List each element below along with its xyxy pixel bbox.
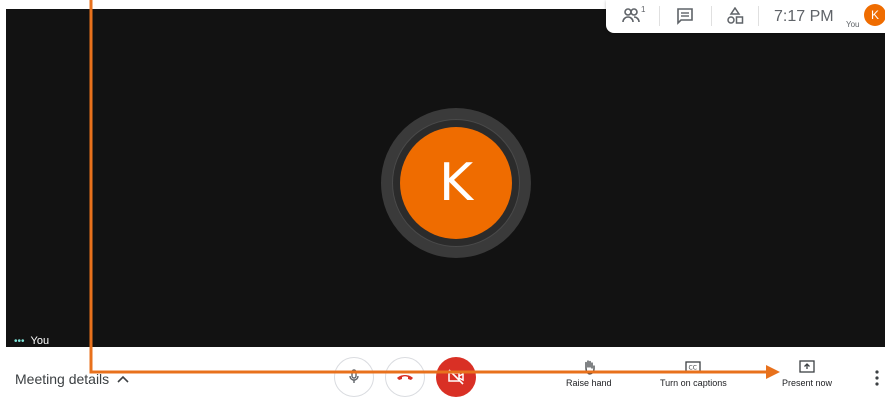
participant-avatar: K [400, 127, 512, 239]
self-name: You [30, 335, 50, 347]
meeting-details-button[interactable]: Meeting details [15, 371, 129, 387]
people-icon[interactable] [622, 7, 642, 25]
divider [659, 6, 660, 26]
mic-button[interactable] [334, 357, 374, 397]
present-now-label: Present now [782, 378, 833, 388]
people-count: 1 [641, 5, 646, 14]
bottom-control-bar: Meeting details Raise hand CC Turn on ca… [0, 347, 885, 401]
hangup-icon [397, 375, 413, 380]
raise-hand-label: Raise hand [566, 378, 612, 388]
chat-icon[interactable] [676, 7, 696, 25]
raise-hand-button[interactable]: Raise hand [566, 359, 612, 388]
meeting-details-label: Meeting details [15, 371, 110, 387]
camera-off-icon [448, 369, 464, 385]
user-avatar[interactable]: K [864, 4, 885, 26]
chevron-up-icon [117, 375, 129, 383]
top-info-bar: 1 7:17 PM You K [606, 0, 885, 33]
audio-indicator-dots: ••• [14, 335, 25, 347]
user-label: You [846, 20, 860, 29]
mic-icon [349, 369, 359, 383]
camera-off-button[interactable] [436, 357, 476, 397]
self-tile-label: ••• You [14, 335, 49, 347]
present-now-button[interactable]: Present now [782, 359, 832, 388]
divider [711, 6, 712, 26]
captions-button[interactable]: CC Turn on captions [660, 359, 727, 388]
hangup-button[interactable] [385, 357, 425, 397]
captions-label: Turn on captions [660, 378, 727, 388]
svg-text:CC: CC [689, 365, 697, 372]
present-icon [799, 360, 815, 373]
video-stage: K ••• You [6, 9, 885, 347]
more-vert-icon[interactable] [874, 369, 880, 387]
divider [758, 6, 759, 26]
cc-icon: CC [685, 361, 702, 373]
shapes-icon[interactable] [726, 6, 746, 25]
clock-time: 7:17 PM [774, 8, 834, 25]
hand-icon [585, 360, 595, 375]
